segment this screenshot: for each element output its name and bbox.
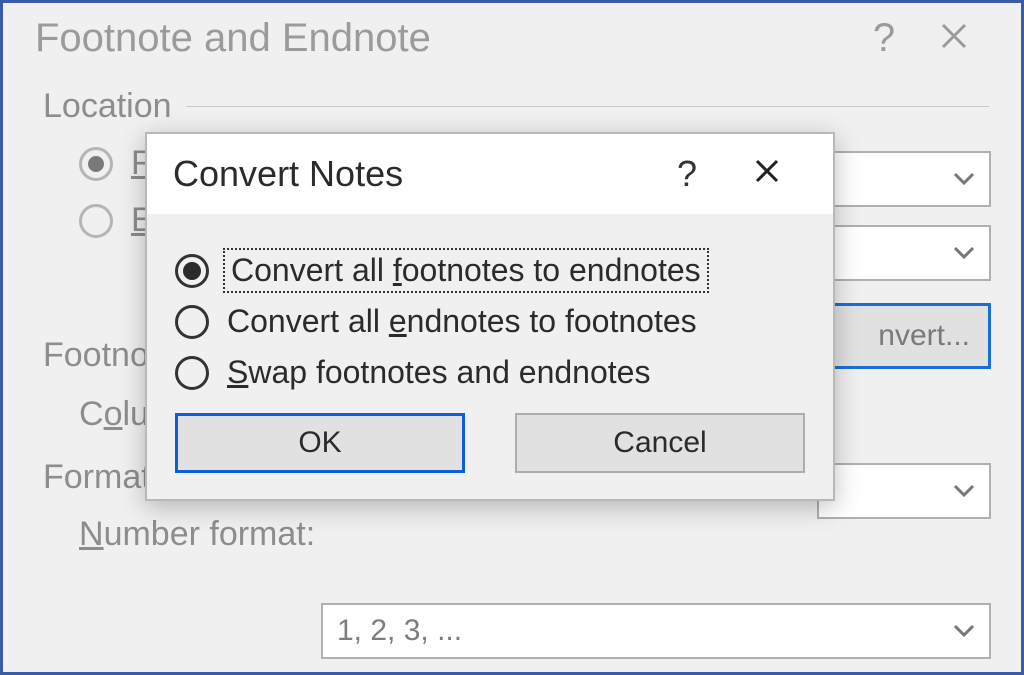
ok-button[interactable]: OK xyxy=(175,413,465,473)
close-icon[interactable] xyxy=(727,155,807,194)
radio-icon[interactable] xyxy=(175,305,209,339)
number-format-dropdown[interactable]: 1, 2, 3, ... xyxy=(321,603,991,659)
chevron-down-icon xyxy=(953,617,975,645)
option-label: Convert all footnotes to endnotes xyxy=(227,252,705,289)
radio-icon[interactable] xyxy=(175,356,209,390)
help-icon[interactable]: ? xyxy=(647,153,727,195)
cancel-button[interactable]: Cancel xyxy=(515,413,805,473)
number-format-row: Number format: xyxy=(43,515,989,554)
chevron-down-icon xyxy=(953,477,975,505)
modal-title: Convert Notes xyxy=(173,153,647,195)
radio-icon[interactable] xyxy=(175,254,209,288)
chevron-down-icon xyxy=(953,165,975,193)
option-convert-endnotes-to-footnotes[interactable]: Convert all endnotes to footnotes xyxy=(175,303,805,340)
endnotes-location-dropdown[interactable] xyxy=(817,225,991,281)
option-swap-footnotes-and-endnotes[interactable]: Swap footnotes and endnotes xyxy=(175,354,805,391)
radio-endnotes[interactable] xyxy=(79,204,113,238)
convert-notes-dialog: Convert Notes ? Convert all footnotes to… xyxy=(145,132,835,501)
help-icon[interactable]: ? xyxy=(849,16,919,61)
radio-footnotes[interactable] xyxy=(79,147,113,181)
section-location: Location xyxy=(43,87,989,126)
footnotes-location-dropdown[interactable] xyxy=(817,151,991,207)
chevron-down-icon xyxy=(953,239,975,267)
parent-dialog-titlebar: Footnote and Endnote ? xyxy=(3,3,1021,73)
option-label: Convert all endnotes to footnotes xyxy=(227,303,697,340)
parent-dialog-title: Footnote and Endnote xyxy=(35,16,849,61)
modal-body: Convert all footnotes to endnotes Conver… xyxy=(147,214,833,499)
option-convert-footnotes-to-endnotes[interactable]: Convert all footnotes to endnotes xyxy=(175,252,805,289)
option-label: Swap footnotes and endnotes xyxy=(227,354,650,391)
modal-titlebar: Convert Notes ? xyxy=(147,134,833,214)
columns-dropdown[interactable] xyxy=(817,463,991,519)
number-format-value: 1, 2, 3, ... xyxy=(337,614,953,648)
close-icon[interactable] xyxy=(919,16,989,61)
